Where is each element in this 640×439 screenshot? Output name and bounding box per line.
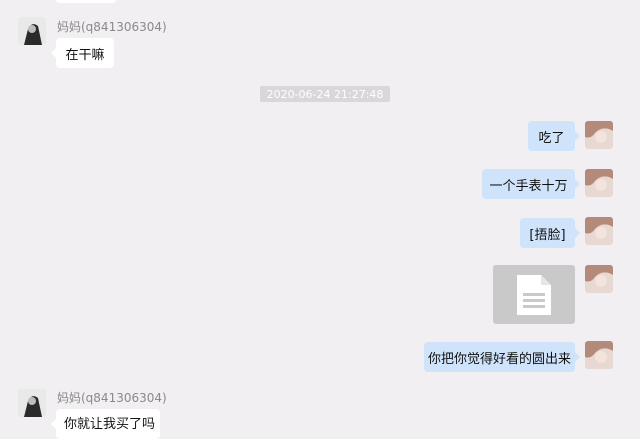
message-bubble-outgoing[interactable]: 一个手表十万 [482,169,580,199]
message-bubble-outgoing[interactable]: 你把你觉得好看的圆出来 [424,342,580,372]
contact-avatar[interactable] [18,389,46,417]
contact-avatar-image [18,17,46,45]
my-avatar[interactable] [585,265,613,293]
my-avatar-image [585,121,613,149]
contact-avatar-image [18,389,46,417]
my-avatar[interactable] [585,341,613,369]
message-bubble-outgoing[interactable]: [捂脸] [520,218,580,248]
my-avatar[interactable] [585,169,613,197]
message-bubble-incoming[interactable]: 在干嘛 [51,38,114,68]
my-avatar[interactable] [585,121,613,149]
my-avatar-image [585,217,613,245]
message-bubble-incoming[interactable]: 你就让我买了吗 [51,409,160,439]
my-avatar-image [585,169,613,197]
previous-message-edge [56,0,116,3]
contact-avatar[interactable] [18,17,46,45]
sender-name: 妈妈(q841306304) [57,391,167,405]
message-timestamp: 2020-06-24 21:27:48 [260,86,390,102]
file-message[interactable] [493,265,575,324]
sender-name: 妈妈(q841306304) [57,20,167,34]
message-bubble-outgoing[interactable]: 吃了 [528,121,580,151]
document-icon [517,274,551,315]
my-avatar[interactable] [585,217,613,245]
my-avatar-image [585,265,613,293]
my-avatar-image [585,341,613,369]
